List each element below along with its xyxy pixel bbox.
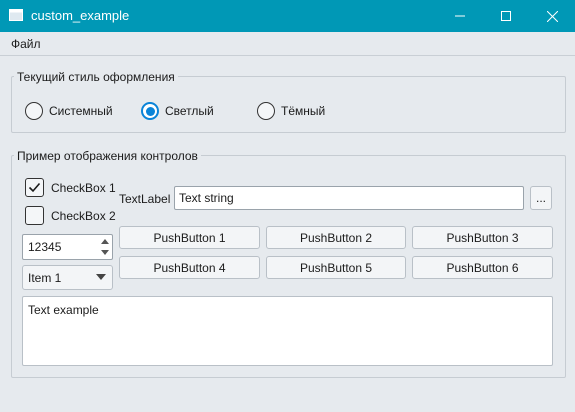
number-spinbox[interactable]: 12345 — [22, 234, 113, 260]
push-button-1[interactable]: PushButton 1 — [119, 226, 260, 249]
close-icon — [546, 10, 558, 22]
radio-light-label: Светлый — [165, 104, 214, 118]
radio-system-indicator[interactable] — [25, 102, 43, 120]
maximize-icon — [501, 11, 511, 21]
push-button-4[interactable]: PushButton 4 — [119, 256, 260, 279]
item-combobox[interactable]: Item 1 — [22, 265, 113, 290]
menu-bar: Файл — [0, 32, 575, 56]
window-title: custom_example — [31, 8, 130, 23]
checkbox-2-label: CheckBox 2 — [51, 208, 116, 223]
controls-group-title: Пример отображения контролов — [14, 149, 201, 163]
push-button-2[interactable]: PushButton 2 — [266, 226, 406, 249]
spinbox-value: 12345 — [28, 240, 62, 254]
push-button-3[interactable]: PushButton 3 — [412, 226, 553, 249]
checkbox-1-box[interactable] — [25, 178, 44, 197]
close-button[interactable] — [529, 0, 575, 32]
menu-file[interactable]: Файл — [11, 37, 41, 51]
checkmark-icon — [28, 182, 41, 193]
radio-system[interactable]: Системный — [25, 102, 113, 120]
checkbox-2[interactable]: CheckBox 2 — [25, 206, 116, 225]
radio-dark-label: Тёмный — [281, 104, 326, 118]
radio-dark-indicator[interactable] — [257, 102, 275, 120]
push-button-5[interactable]: PushButton 5 — [266, 256, 406, 279]
style-group-title: Текущий стиль оформления — [14, 70, 178, 84]
radio-dark[interactable]: Тёмный — [257, 102, 325, 120]
combobox-value: Item 1 — [28, 271, 62, 285]
text-label: TextLabel — [119, 192, 171, 206]
maximize-button[interactable] — [483, 0, 529, 32]
browse-button[interactable]: ... — [530, 186, 552, 210]
spin-arrows-icon[interactable] — [99, 236, 111, 258]
minimize-button[interactable] — [437, 0, 483, 32]
chevron-down-icon — [96, 274, 106, 280]
radio-system-label: Системный — [49, 104, 113, 118]
radio-light-indicator[interactable] — [141, 102, 159, 120]
text-string-input[interactable]: Text string — [174, 186, 524, 210]
app-window: custom_example Файл Текущий стиль оформл… — [0, 0, 575, 412]
checkbox-1-label: CheckBox 1 — [51, 180, 116, 195]
push-button-6[interactable]: PushButton 6 — [412, 256, 553, 279]
radio-light[interactable]: Светлый — [141, 102, 214, 120]
checkbox-1[interactable]: CheckBox 1 — [25, 178, 116, 197]
minimize-icon — [455, 15, 465, 17]
checkbox-2-box[interactable] — [25, 206, 44, 225]
title-bar[interactable]: custom_example — [0, 0, 575, 32]
text-example-area[interactable]: Text example — [22, 296, 553, 366]
window-app-icon — [9, 9, 23, 21]
